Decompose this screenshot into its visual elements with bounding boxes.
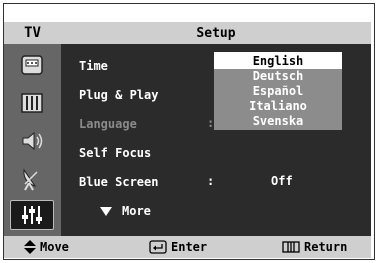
- enter-icon: [149, 240, 167, 254]
- up-down-arrow-icon: [24, 240, 36, 254]
- language-option-english[interactable]: English: [214, 54, 342, 68]
- language-option-deutsch[interactable]: Deutsch: [214, 69, 342, 83]
- menu-item-time[interactable]: Time: [79, 58, 108, 74]
- tv-label: TV: [4, 22, 61, 44]
- footer-enter-label: Enter: [171, 240, 208, 254]
- clock-icon[interactable]: [10, 50, 54, 80]
- film-icon[interactable]: [10, 88, 54, 118]
- speaker-icon[interactable]: [10, 126, 54, 156]
- language-option-svenska[interactable]: Svenska: [214, 114, 342, 128]
- page-title: Setup: [61, 22, 371, 44]
- footer-move-label: Move: [40, 240, 69, 254]
- footer-bar: Move Enter Return: [4, 236, 371, 258]
- language-option-espanol[interactable]: Español: [214, 84, 342, 98]
- footer-enter: Enter: [149, 240, 207, 254]
- footer-move: Move: [24, 240, 69, 254]
- return-icon: [282, 241, 300, 253]
- menu-item-self-focus[interactable]: Self Focus: [79, 145, 151, 161]
- more-arrow-icon: [100, 207, 112, 216]
- menu-item-blue-screen[interactable]: Blue Screen: [79, 174, 158, 190]
- language-dropdown[interactable]: English Deutsch Español Italiano Svenska: [214, 52, 342, 130]
- blue-screen-value: Off: [271, 174, 293, 188]
- satellite-icon[interactable]: [10, 164, 54, 194]
- language-option-italiano[interactable]: Italiano: [214, 99, 342, 113]
- footer-return-label: Return: [304, 240, 348, 254]
- sidebar: [4, 44, 61, 236]
- more-button[interactable]: More: [122, 203, 151, 219]
- menu-item-plug-and-play[interactable]: Plug & Play: [79, 87, 158, 103]
- blue-screen-colon: :: [207, 174, 215, 188]
- footer-return: Return: [282, 240, 347, 254]
- menu-item-language[interactable]: Language: [79, 116, 137, 132]
- settings-sliders-icon[interactable]: [10, 200, 54, 230]
